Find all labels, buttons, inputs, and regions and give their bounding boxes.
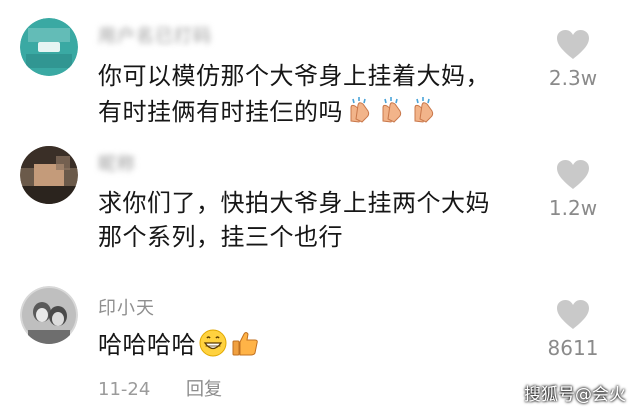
- like-button[interactable]: 1.2w: [545, 158, 601, 220]
- comment-text-line2: 有时挂俩有时挂仨的吗: [98, 98, 343, 126]
- like-count: 1.2w: [548, 196, 598, 220]
- grinning-face-icon: [198, 328, 228, 367]
- username[interactable]: 昵称: [98, 150, 136, 176]
- username[interactable]: 印小天: [98, 294, 155, 320]
- avatar[interactable]: [20, 146, 78, 204]
- avatar[interactable]: [20, 18, 78, 76]
- comment-footer: 11-24 回复: [98, 375, 222, 401]
- clapping-hands-icon: [345, 95, 375, 134]
- like-count: 2.3w: [548, 66, 598, 90]
- like-count: 8611: [547, 336, 599, 360]
- comment-date: 11-24: [98, 379, 151, 400]
- comment-text-wrap: 哈哈哈哈: [98, 328, 260, 367]
- comment-text-line2-wrap: 有时挂俩有时挂仨的吗: [98, 95, 439, 134]
- heart-icon[interactable]: [555, 158, 591, 190]
- heart-icon[interactable]: [555, 28, 591, 60]
- reply-button[interactable]: 回复: [186, 379, 222, 400]
- like-button[interactable]: 8611: [545, 298, 601, 360]
- comment-text-line2: 那个系列，挂三个也行: [98, 223, 343, 251]
- comment-text-line1: 求你们了，快拍大爷身上挂两个大妈: [98, 189, 490, 217]
- thumbs-up-icon: [230, 328, 260, 367]
- watermark: 搜狐号@会火: [524, 385, 626, 405]
- clapping-hands-icon: [409, 95, 439, 134]
- comment-text-line1: 你可以模仿那个大爷身上挂着大妈，: [98, 62, 490, 90]
- username[interactable]: 用户名已打码: [98, 22, 212, 48]
- avatar[interactable]: [20, 286, 78, 344]
- like-button[interactable]: 2.3w: [545, 28, 601, 90]
- heart-icon[interactable]: [555, 298, 591, 330]
- comment-text: 哈哈哈哈: [98, 331, 196, 359]
- clapping-hands-icon: [377, 95, 407, 134]
